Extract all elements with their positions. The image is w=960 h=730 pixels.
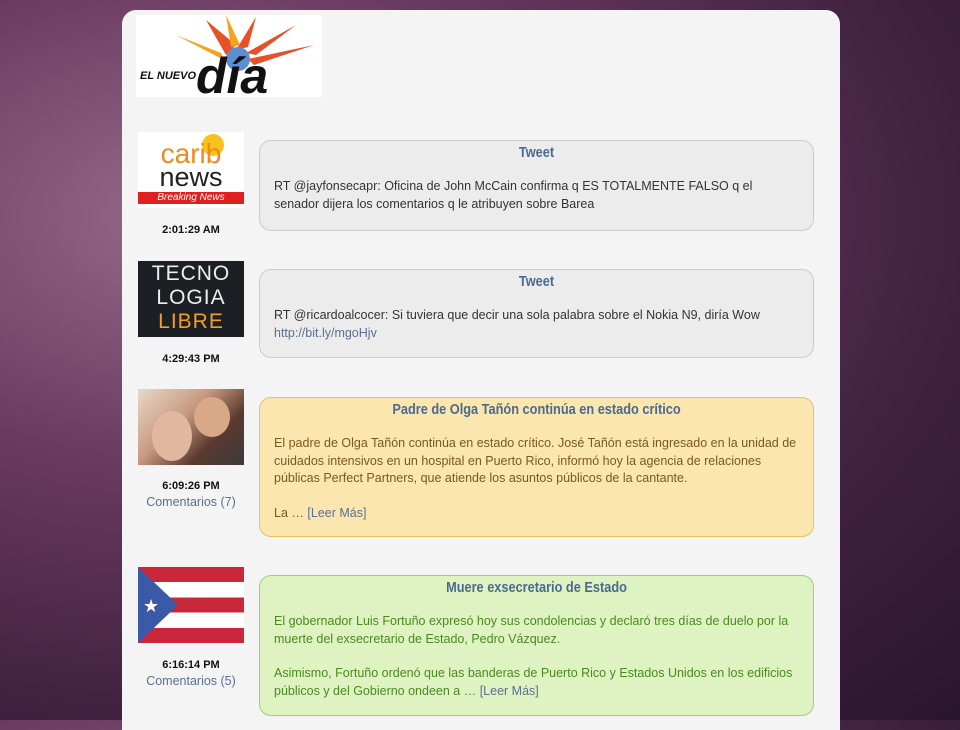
news-card: Muere exsecretario de Estado El gobernad… [259, 575, 814, 716]
card-title: Tweet [518, 274, 555, 290]
card-body: El padre de Olga Tañón continúa en estad… [274, 436, 797, 485]
news-panel: EL NUEVO día carib news Breaking News 2:… [122, 10, 840, 730]
card-title[interactable]: Muere exsecretario de Estado [306, 580, 768, 596]
timestamp: 6:09:26 PM [162, 480, 220, 492]
thumb-text: LIBRE [158, 310, 224, 333]
card-title: Tweet [518, 145, 555, 161]
card-body-continued: La … [274, 505, 304, 520]
tweet-card: Tweet RT @jayfonsecapr: Oficina de John … [259, 140, 814, 231]
thumb-text: Breaking News [138, 192, 244, 204]
logo-small-text: EL NUEVO [140, 70, 196, 82]
read-more-link[interactable]: [Leer Más] [480, 684, 539, 698]
card-title[interactable]: Padre de Olga Tañón continúa en estado c… [306, 402, 768, 418]
logo-big-text: día [196, 48, 268, 97]
read-more-link[interactable]: [Leer Más] [307, 506, 366, 520]
puerto-rico-flag-thumbnail[interactable]: ★ [138, 567, 244, 643]
caribnews-thumbnail[interactable]: carib news Breaking News [138, 132, 244, 208]
timestamp: 2:01:29 AM [162, 224, 220, 236]
thumb-text: carib [160, 138, 222, 169]
news-card: Padre de Olga Tañón continúa en estado c… [259, 397, 814, 537]
card-body: El gobernador Luis Fortuño expresó hoy s… [274, 614, 789, 646]
comments-link[interactable]: Comentarios (7) [132, 495, 250, 509]
comments-link[interactable]: Comentarios (5) [132, 674, 250, 688]
card-body: RT @jayfonsecapr: Oficina de John McCain… [274, 179, 753, 211]
photo-face [194, 397, 230, 437]
news-photo-thumbnail[interactable] [138, 389, 244, 465]
thumb-text: TECNO [151, 262, 231, 285]
timestamp: 6:16:14 PM [162, 659, 220, 671]
el-nuevo-dia-logo[interactable]: EL NUEVO día [136, 15, 322, 104]
timestamp: 4:29:43 PM [162, 353, 220, 365]
tweet-card: Tweet RT @ricardoalcocer: Si tuviera que… [259, 269, 814, 358]
tweet-link[interactable]: http://bit.ly/mgoHjv [274, 326, 377, 340]
thumb-text: LOGIA [156, 286, 226, 309]
svg-text:★: ★ [143, 596, 159, 616]
tecnologia-libre-thumbnail[interactable]: TECNO LOGIA LIBRE [138, 261, 244, 337]
photo-face [152, 411, 192, 461]
card-body: RT @ricardoalcocer: Si tuviera que decir… [274, 308, 760, 322]
